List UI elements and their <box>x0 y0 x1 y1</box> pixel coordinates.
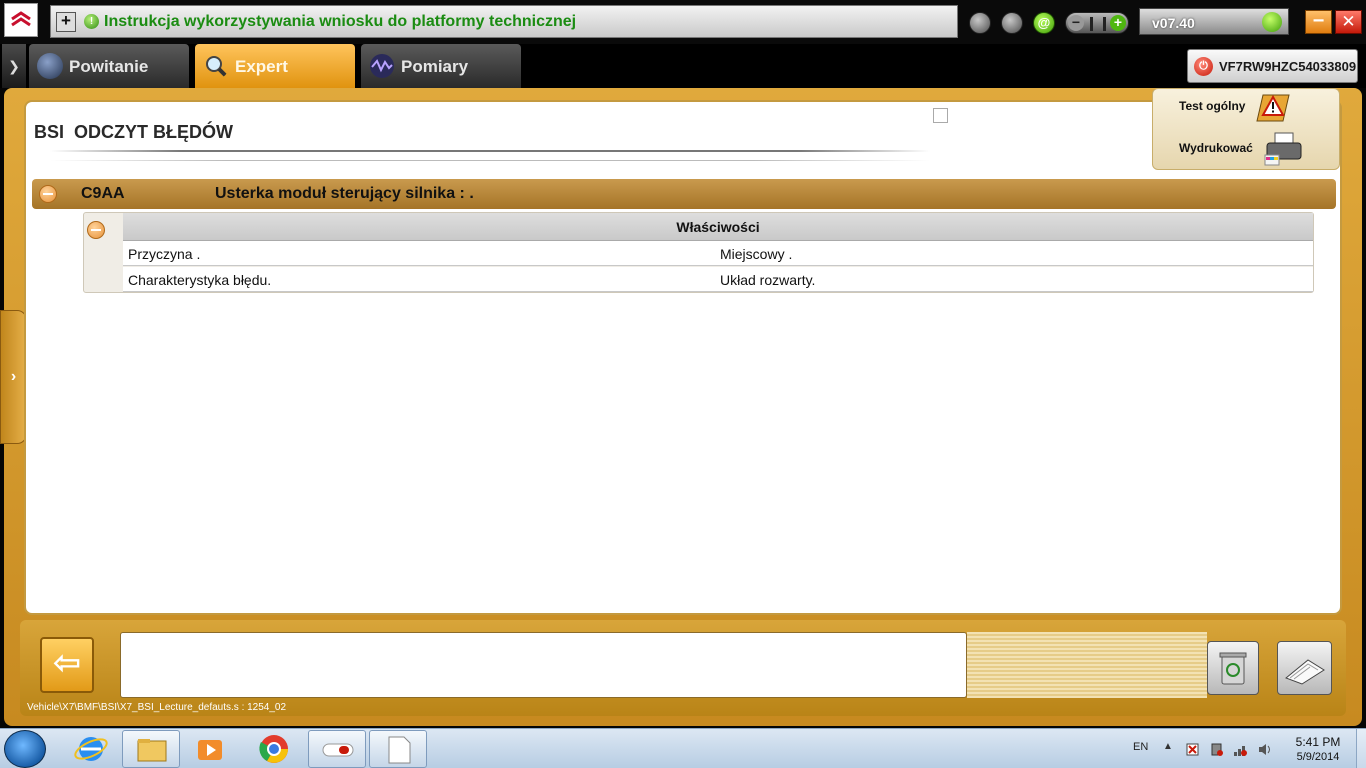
clock-date[interactable]: 5/9/2014 <box>1283 751 1353 763</box>
tab-expert[interactable]: Expert <box>195 44 355 88</box>
diagbox-icon[interactable] <box>308 730 366 768</box>
page-title: BSI ODCZYT BŁĘDÓW <box>34 122 233 142</box>
title-divider <box>50 150 930 152</box>
back-button[interactable]: ⇦ <box>40 637 94 693</box>
tabs-bar: ❯ Powitanie Expert Pomiary ⏻ VF7RW9HZC54… <box>0 44 1366 88</box>
explorer-icon[interactable] <box>122 730 180 768</box>
general-test-label: Test ogólny <box>1179 99 1246 113</box>
usb-device-icon[interactable] <box>1209 742 1224 757</box>
property-value: Miejscowy . <box>720 246 793 262</box>
info-icon[interactable]: ! <box>84 14 99 29</box>
print-action-button[interactable]: Wydrukować <box>1153 131 1341 171</box>
taskbar: EN ▲ 5:41 PM 5/9/2014 <box>0 728 1366 768</box>
magnifier-icon <box>206 56 228 78</box>
fault-row[interactable]: C9AA Usterka moduł sterujący silnika : . <box>32 179 1336 209</box>
tab-label: Expert <box>235 57 288 76</box>
chrome-glyph <box>259 735 288 763</box>
bottom-bar: ⇦ Vehicle\X7\BMF\BSI\X7_BSI_Lecture_defa… <box>20 620 1346 716</box>
collapse-icon[interactable] <box>39 185 57 203</box>
signal-icon[interactable]: − + <box>1065 12 1129 34</box>
property-row: Charakterystyka błędu. Układ rozwarty. <box>123 267 1313 292</box>
print-label: Wydrukować <box>1179 141 1253 155</box>
volume-icon[interactable] <box>1257 742 1272 757</box>
network-icon[interactable] <box>1233 742 1248 757</box>
flag-icon[interactable] <box>1185 742 1200 757</box>
windows-start-icon[interactable] <box>4 730 46 768</box>
signal-plus-icon[interactable]: + <box>1110 15 1126 31</box>
trash-button[interactable] <box>1207 641 1259 695</box>
clock-time[interactable]: 5:41 PM <box>1283 735 1353 749</box>
media-player-icon[interactable] <box>182 730 240 768</box>
download-icon[interactable] <box>969 12 991 34</box>
show-hidden-icons-icon[interactable]: ▲ <box>1163 741 1173 752</box>
close-button[interactable]: ✕ <box>1335 10 1362 34</box>
vin-label: VF7RW9HZC54033809 <box>1219 59 1357 74</box>
action-panel: Test ogólny Wydrukować <box>1152 88 1340 170</box>
waveform-icon <box>370 54 394 78</box>
property-value: Układ rozwarty. <box>720 272 816 288</box>
ie-icon[interactable] <box>62 730 120 768</box>
tab-pomiary[interactable]: Pomiary <box>361 44 521 88</box>
message-area <box>120 632 967 698</box>
citroen-chevrons-icon <box>11 11 31 27</box>
title-divider-secondary <box>50 160 930 161</box>
vin-button[interactable]: ⏻ VF7RW9HZC54033809 <box>1187 49 1358 83</box>
print-button[interactable] <box>1277 641 1332 695</box>
content-panel: BSI ODCZYT BŁĘDÓW C9AA Usterka moduł ste… <box>24 100 1342 615</box>
warning-icon <box>1256 94 1290 122</box>
signal-minus-icon[interactable]: − <box>1068 15 1084 31</box>
minimize-button[interactable]: − <box>1305 10 1332 34</box>
property-key: Charakterystyka błędu. <box>128 272 272 288</box>
tab-label: Powitanie <box>69 57 149 76</box>
chrome-icon[interactable] <box>245 730 303 768</box>
user-icon[interactable] <box>1001 12 1023 34</box>
add-icon[interactable]: + <box>56 12 76 32</box>
window-title: Instrukcja wykorzystywania wniosku do pl… <box>104 13 577 30</box>
media-glyph <box>198 740 222 760</box>
panel-checkbox[interactable] <box>933 108 948 123</box>
document-glyph <box>388 736 411 764</box>
app-window: + ! Instrukcja wykorzystywania wniosku d… <box>0 0 1366 768</box>
printer-icon <box>1264 132 1302 166</box>
document-print-icon <box>1285 659 1325 685</box>
property-key: Przyczyna . <box>128 246 201 262</box>
internet-explorer-glyph <box>74 737 108 761</box>
diagbox-glyph <box>322 743 354 757</box>
update-icon[interactable] <box>1262 12 1282 32</box>
fault-code: C9AA <box>81 185 125 202</box>
signal-bars-icon <box>1090 17 1106 31</box>
general-test-button[interactable]: Test ogólny <box>1153 89 1341 129</box>
properties-header-label: Właściwości <box>676 219 760 235</box>
power-icon: ⏻ <box>1194 57 1213 76</box>
property-row: Przyczyna . Miejscowy . <box>123 241 1313 266</box>
title-box: + ! Instrukcja wykorzystywania wniosku d… <box>50 5 958 38</box>
side-panel-toggle[interactable]: › <box>0 310 27 444</box>
fault-description: Usterka moduł sterujący silnika : . <box>215 185 474 202</box>
citroen-logo <box>4 3 38 37</box>
show-desktop-button[interactable] <box>1356 729 1366 768</box>
version-box: v07.40 <box>1139 8 1289 35</box>
folder-glyph <box>137 739 167 762</box>
language-indicator[interactable]: EN <box>1133 741 1148 753</box>
welcome-icon <box>37 53 63 79</box>
email-icon[interactable]: @ <box>1033 12 1055 34</box>
fault-properties: Właściwości Przyczyna . Miejscowy . Char… <box>83 212 1314 293</box>
title-bar: + ! Instrukcja wykorzystywania wniosku d… <box>0 0 1366 44</box>
version-label: v07.40 <box>1152 15 1195 31</box>
document-icon[interactable] <box>369 730 427 768</box>
collapse-properties-icon[interactable] <box>87 221 105 239</box>
recycle-bin-icon <box>1219 652 1247 685</box>
bottom-bar-decoration <box>967 632 1207 698</box>
chevron-down-icon[interactable]: ❯ <box>2 44 26 88</box>
properties-header: Właściwości <box>123 213 1313 241</box>
script-path: Vehicle\X7\BMF\BSI\X7_BSI_Lecture_defaut… <box>27 702 287 713</box>
tab-powitanie[interactable]: Powitanie <box>29 44 189 88</box>
tab-label: Pomiary <box>401 57 469 76</box>
